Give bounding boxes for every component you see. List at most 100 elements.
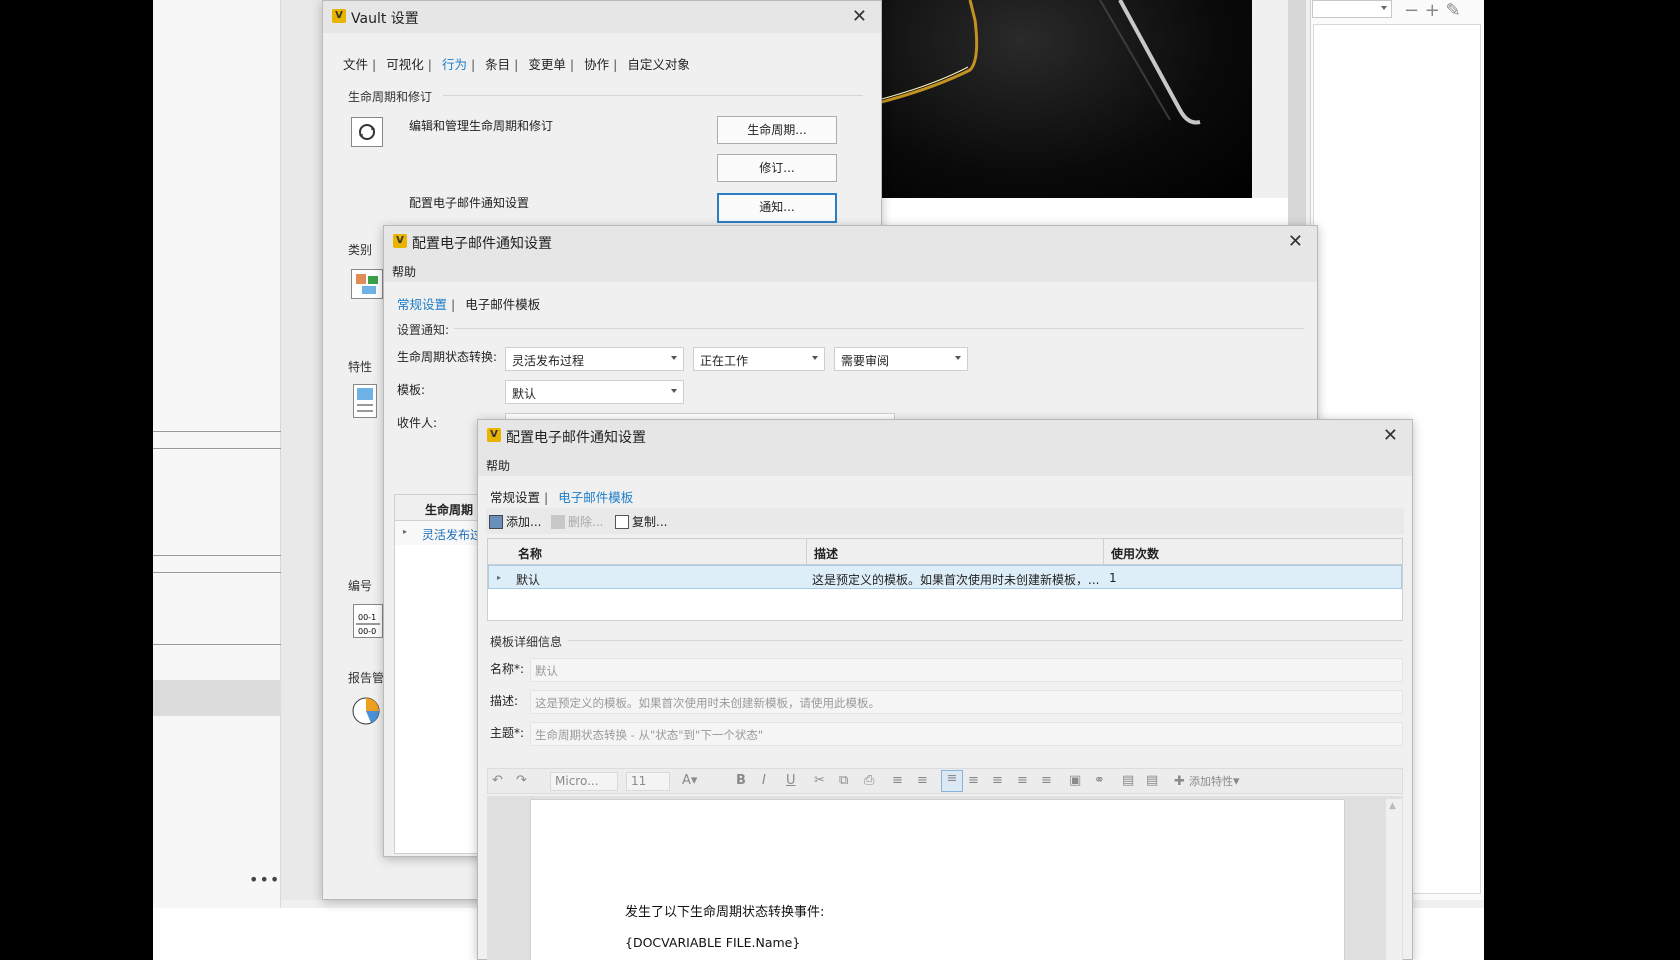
scroll-up-icon[interactable]: ▲ <box>1389 801 1396 811</box>
tab-change-orders[interactable]: 变更单 <box>528 54 566 73</box>
image-icon[interactable]: ▣ <box>1069 773 1081 788</box>
chevron-down-icon <box>955 356 961 360</box>
tab-collaboration[interactable]: 协作 <box>584 54 609 73</box>
revision-button[interactable]: 修订... <box>717 154 837 182</box>
grid-row[interactable]: ▸ 灵活发布过 <box>395 521 482 545</box>
tab-email-templates[interactable]: 电子邮件模板 <box>465 294 540 313</box>
process-value: 灵活发布过程 <box>512 354 585 368</box>
panel-tools[interactable]: − + ✎ <box>1404 0 1461 21</box>
grid-header-lifecycle: 生命周期 <box>425 503 474 517</box>
indent-icon[interactable]: ≡ <box>1041 773 1052 788</box>
paste-icon[interactable]: ⎙ <box>864 773 874 788</box>
tab-items[interactable]: 条目 <box>485 54 510 73</box>
table-row[interactable]: ▸ 默认 这是预定义的模板。如果首次使用时未创建新模板，... 1 <box>488 565 1402 589</box>
scrollbar[interactable] <box>1288 0 1306 240</box>
italic-icon[interactable]: I <box>762 773 766 788</box>
recipients-label: 收件人: <box>397 416 438 430</box>
column-header-name[interactable]: 名称 <box>518 545 542 562</box>
bulleted-list-icon[interactable]: ≡ <box>892 773 903 788</box>
redo-icon[interactable]: ↷ <box>516 773 527 788</box>
expand-arrow-icon[interactable]: ▸ <box>403 527 407 536</box>
tab-separator: | <box>569 57 575 72</box>
properties-icon <box>353 384 377 418</box>
description-field[interactable]: 这是预定义的模板。如果首次使用时未创建新模板，请使用此模板。 <box>530 690 1403 714</box>
tab-general-settings[interactable]: 常规设置 <box>397 294 447 313</box>
cell-description: 这是预定义的模板。如果首次使用时未创建新模板，... <box>812 573 1099 587</box>
divider <box>153 448 281 449</box>
dialog-title: 配置电子邮件通知设置 <box>506 430 646 446</box>
lifecycle-button[interactable]: 生命周期... <box>717 116 837 144</box>
more-options-icon[interactable]: ••• <box>249 870 280 889</box>
menu-help[interactable]: 帮助 <box>486 457 510 474</box>
template-value: 默认 <box>512 387 537 401</box>
vault-logo-icon: V <box>332 9 346 23</box>
numbering-icon: 00-1 00-0 <box>353 604 383 638</box>
add-property-button[interactable]: ✚ 添加特性▾ <box>1174 773 1240 789</box>
add-template-button[interactable]: 添加... <box>489 513 541 530</box>
tab-separator: | <box>427 57 432 72</box>
document-page[interactable]: 发生了以下生命周期状态转换事件: {DOCVARIABLE FILE.Name} <box>530 799 1345 960</box>
transitions-grid: 生命周期 ▸ 灵活发布过 <box>394 494 482 854</box>
header-icon[interactable]: ▤ <box>1122 773 1134 788</box>
to-state-dropdown[interactable]: 需要审阅 <box>834 347 968 371</box>
column-header-usage-count[interactable]: 使用次数 <box>1111 545 1159 562</box>
footer-icon[interactable]: ▤ <box>1146 773 1158 788</box>
close-icon[interactable]: ✕ <box>1383 425 1398 446</box>
delete-template-button[interactable]: 删除... <box>551 513 603 530</box>
copy-format-icon[interactable]: ⧉ <box>839 773 848 788</box>
transition-label: 生命周期状态转换: <box>397 350 498 364</box>
align-right-icon[interactable]: ≡ <box>992 773 1003 788</box>
process-dropdown[interactable]: 灵活发布过程 <box>505 347 684 371</box>
category-icon <box>351 269 383 299</box>
numbered-list-icon[interactable]: ≡ <box>917 773 928 788</box>
tab-files[interactable]: 文件 <box>343 54 368 73</box>
selected-nav-item[interactable] <box>153 680 281 716</box>
divider <box>153 572 281 573</box>
divider <box>153 431 281 432</box>
font-size-dropdown[interactable]: 11 <box>626 772 670 791</box>
name-field[interactable]: 默认 <box>530 658 1403 682</box>
add-label: 添加... <box>506 515 542 529</box>
document-line-2: {DOCVARIABLE FILE.Name} <box>625 935 801 950</box>
menu-help[interactable]: 帮助 <box>392 263 416 280</box>
underline-icon[interactable]: U <box>786 773 796 788</box>
tab-behavior[interactable]: 行为 <box>442 54 467 73</box>
align-left-icon[interactable]: ≡ <box>941 770 963 792</box>
chevron-down-icon <box>1381 6 1387 10</box>
font-family-value: Micro... <box>555 774 599 788</box>
undo-icon[interactable]: ↶ <box>492 773 503 788</box>
tab-separator: | <box>451 297 456 312</box>
outdent-icon[interactable]: ≡ <box>1017 773 1028 788</box>
column-header-description[interactable]: 描述 <box>814 545 838 562</box>
section-notify-label: 设置通知: <box>397 323 450 337</box>
dialog-title: Vault 设置 <box>351 11 419 27</box>
from-state-dropdown[interactable]: 正在工作 <box>693 347 825 371</box>
section-lifecycle-label: 生命周期和修订 <box>348 90 433 104</box>
notify-description: 配置电子邮件通知设置 <box>409 196 530 210</box>
subject-field[interactable]: 生命周期状态转换 - 从"状态"到"下一个状态" <box>530 722 1403 746</box>
tab-separator: | <box>544 490 549 505</box>
bold-icon[interactable]: B <box>736 773 746 788</box>
tab-custom-objects[interactable]: 自定义对象 <box>627 54 690 73</box>
panel-splitter[interactable] <box>281 0 321 900</box>
notification-button[interactable]: 通知... <box>717 193 837 223</box>
close-icon[interactable]: ✕ <box>852 6 867 27</box>
dialog-title-bar: V 配置电子邮件通知设置 ✕ <box>478 420 1412 452</box>
align-center-icon[interactable]: ≡ <box>968 773 979 788</box>
font-size-value: 11 <box>631 774 647 788</box>
expand-arrow-icon[interactable]: ▸ <box>497 573 501 582</box>
cut-icon[interactable]: ✂ <box>814 773 825 788</box>
font-family-dropdown[interactable]: Micro... <box>550 772 618 791</box>
link-icon[interactable]: ⚭ <box>1094 773 1105 788</box>
close-icon[interactable]: ✕ <box>1288 231 1303 252</box>
tab-separator: | <box>613 57 618 72</box>
copy-template-button[interactable]: 复制... <box>615 513 667 530</box>
template-dropdown[interactable]: 默认 <box>505 380 684 404</box>
tab-general-settings[interactable]: 常规设置 <box>490 487 540 506</box>
editor-scrollbar[interactable]: ▲ <box>1386 799 1402 960</box>
font-style-icon[interactable]: A▾ <box>682 773 697 788</box>
panel-dropdown[interactable] <box>1312 0 1392 18</box>
tab-visualization[interactable]: 可视化 <box>386 54 424 73</box>
reports-pie-icon <box>351 696 381 729</box>
tab-email-templates[interactable]: 电子邮件模板 <box>558 487 633 506</box>
